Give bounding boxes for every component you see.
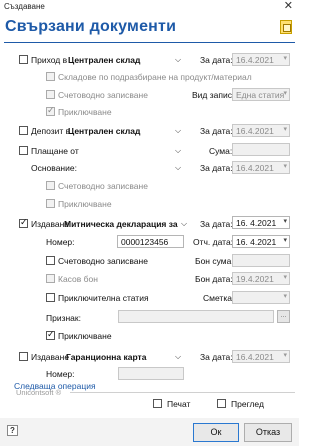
cash-receipt-checkbox[interactable] — [46, 274, 55, 283]
deposit-checkbox[interactable] — [19, 126, 28, 135]
payment-accounting-label: Счетоводно записване — [58, 181, 148, 191]
payment-finalize-checkbox[interactable] — [46, 199, 55, 208]
title-bar: Създаване ✕ — [0, 0, 299, 14]
entry-type-select[interactable]: Една статия ▾ — [232, 88, 290, 101]
payment-accounting-checkbox[interactable] — [46, 181, 55, 190]
chevron-down-icon: ▾ — [283, 55, 287, 62]
ok-button[interactable]: Ок — [193, 423, 239, 442]
receipt-finalize-checkbox[interactable] — [46, 105, 55, 116]
documents-icon — [280, 20, 292, 34]
window-title: Създаване — [4, 2, 45, 11]
chevron-down-icon: ▾ — [283, 293, 287, 300]
chevron-down-icon[interactable]: ⌵ — [181, 219, 187, 229]
issue-doc-type[interactable]: Митническа декларация за — [64, 219, 178, 229]
cash-receipt-label: Касов бон — [58, 274, 98, 284]
payment-date-label: За дата: — [200, 163, 233, 173]
chevron-down-icon: ▾ — [283, 218, 287, 225]
warranty-number-label: Номер: — [46, 369, 75, 379]
page-title: Свързани документи — [5, 18, 177, 35]
warranty-label: Издаване — [31, 352, 70, 362]
deposit-label: Депозит в — [31, 126, 71, 136]
payment-basis-label: Основание: — [31, 163, 77, 173]
entry-type-label: Вид запис: — [192, 90, 235, 100]
issue-checkbox[interactable] — [19, 217, 28, 228]
receipt-accounting-checkbox[interactable] — [46, 90, 55, 99]
preview-label: Преглед — [231, 399, 264, 409]
issue-number-field[interactable]: 0000123456 — [117, 235, 184, 248]
chevron-down-icon[interactable]: ⌵ — [175, 163, 181, 173]
receipt-accounting-label: Счетоводно записване — [58, 90, 148, 100]
bon-amount-label: Бон сума: — [195, 256, 234, 266]
help-icon[interactable]: ? — [7, 425, 18, 436]
header-divider — [4, 42, 295, 43]
chevron-down-icon: ▾ — [283, 237, 287, 244]
chevron-down-icon[interactable]: ⌵ — [175, 126, 181, 136]
receipt-checkbox[interactable] — [19, 55, 28, 64]
payment-amount-field[interactable] — [232, 143, 290, 156]
receipt-warehouse[interactable]: Централен склад — [68, 55, 140, 65]
receipt-finalize-label: Приключване — [58, 107, 112, 117]
cancel-button[interactable]: Отказ — [244, 423, 292, 442]
receipt-date-label: За дата: — [200, 55, 233, 65]
payment-date-field[interactable]: 16.4.2021 ▾ — [232, 161, 290, 174]
chevron-down-icon: ▾ — [283, 126, 287, 133]
closing-entry-checkbox[interactable] — [46, 293, 55, 302]
issue-finalize-checkbox[interactable] — [46, 329, 55, 340]
chevron-down-icon[interactable]: ⌵ — [175, 146, 181, 156]
bon-date-label: Бон дата: — [195, 274, 233, 284]
payment-checkbox[interactable] — [19, 146, 28, 155]
close-icon[interactable]: ✕ — [284, 0, 293, 12]
preview-checkbox[interactable] — [217, 399, 226, 408]
warranty-date-label: За дата: — [200, 352, 233, 362]
chevron-down-icon: ▾ — [283, 352, 287, 359]
receipt-date-field[interactable]: 16.4.2021 ▾ — [232, 53, 290, 66]
chevron-down-icon: ▾ — [283, 274, 287, 281]
deposit-warehouse[interactable]: Централен склад — [68, 126, 140, 136]
deposit-date-field[interactable]: 16.4.2021 ▾ — [232, 124, 290, 137]
chevron-down-icon: ▾ — [283, 163, 287, 170]
warranty-doc-type[interactable]: Гаранционна карта — [66, 352, 146, 362]
print-checkbox[interactable] — [153, 399, 162, 408]
bon-date-field[interactable]: 19.4.2021 ▾ — [232, 272, 290, 285]
issue-date-field[interactable]: 16. 4.2021 ▾ — [232, 216, 290, 229]
receipt-label: Приход в — [31, 55, 68, 65]
payment-amount-label: Сума: — [209, 146, 233, 156]
account-field[interactable]: ▾ — [232, 291, 290, 304]
issue-accounting-checkbox[interactable] — [46, 256, 55, 265]
report-date-label: Отч. дата: — [193, 237, 234, 247]
payment-finalize-label: Приключване — [58, 199, 112, 209]
sign-label: Признак: — [46, 313, 81, 323]
chevron-down-icon: ▾ — [283, 90, 287, 97]
payment-label: Плащане от — [31, 146, 79, 156]
bon-amount-field[interactable] — [232, 254, 290, 267]
deposit-date-label: За дата: — [200, 126, 233, 136]
default-warehouses-label: Складове по подразбиране на продукт/мате… — [58, 72, 252, 82]
issue-finalize-label: Приключване — [58, 331, 112, 341]
warranty-date-field[interactable]: 16.4.2021 ▾ — [232, 350, 290, 363]
sign-field[interactable] — [118, 310, 274, 323]
issue-accounting-label: Счетоводно записване — [58, 256, 148, 266]
issue-number-label: Номер: — [46, 237, 75, 247]
print-label: Печат — [167, 399, 191, 409]
account-label: Сметка: — [203, 293, 235, 303]
warranty-number-field[interactable] — [118, 367, 184, 380]
browse-button[interactable]: ... — [277, 310, 290, 323]
brand-label: Unicontsoft ® — [16, 388, 62, 397]
issue-date-label: За дата: — [200, 219, 233, 229]
report-date-field[interactable]: 16. 4.2021 ▾ — [232, 235, 290, 248]
default-warehouses-checkbox[interactable] — [46, 72, 55, 81]
closing-entry-label: Приключителна статия — [58, 293, 149, 303]
warranty-checkbox[interactable] — [19, 352, 28, 361]
chevron-down-icon[interactable]: ⌵ — [175, 352, 181, 362]
footer-divider — [70, 392, 295, 393]
chevron-down-icon[interactable]: ⌵ — [175, 55, 181, 65]
